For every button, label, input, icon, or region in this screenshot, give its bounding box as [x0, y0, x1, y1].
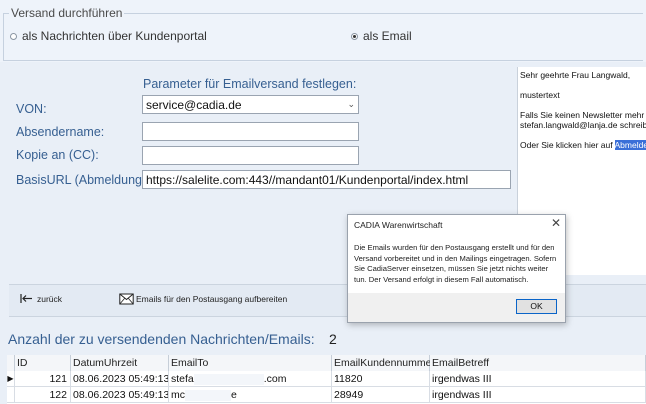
preview-click-text: Oder Sie klicken hier auf	[520, 140, 615, 150]
preview-body: mustertext	[520, 90, 646, 100]
back-arrow-icon	[20, 293, 33, 304]
radio-email-circle[interactable]	[351, 33, 358, 40]
column-header-datum[interactable]: DatumUhrzeit	[71, 355, 169, 371]
back-button[interactable]: zurück	[20, 293, 62, 304]
emailto-visible-end: e	[231, 389, 237, 401]
table-cell-betreff[interactable]: irgendwas III	[430, 371, 646, 387]
column-header-betreff[interactable]: EmailBetreff	[430, 355, 646, 371]
envelope-icon	[119, 292, 134, 305]
chevron-down-icon[interactable]: ⌄	[347, 99, 355, 110]
row-selector-current-icon[interactable]: ▶	[7, 371, 15, 387]
row-selector[interactable]	[7, 387, 15, 403]
table-cell-id[interactable]: 122	[15, 387, 71, 403]
column-header-id[interactable]: ID	[15, 355, 71, 371]
table-cell-emailto[interactable]: stefa .com	[169, 371, 332, 387]
radio-portal-circle[interactable]	[10, 33, 17, 40]
close-icon[interactable]: ✕	[549, 216, 563, 230]
absender-label: Absendername:	[16, 125, 104, 139]
table-cell-emailto[interactable]: mc e	[169, 387, 332, 403]
prepare-emails-label: Emails für den Postausgang aufbereiten	[136, 294, 287, 304]
radio-email-label: als Email	[363, 29, 412, 43]
preview-unsubscribe-line2: stefan.langwald@lanja.de schreibe	[520, 120, 646, 130]
parameter-title: Parameter für Emailversand festlegen:	[143, 77, 356, 91]
preview-click-line: Oder Sie klicken hier auf Abmelden	[520, 140, 646, 150]
cc-input[interactable]	[142, 146, 359, 165]
count-label: Anzahl der zu versendenden Nachrichten/E…	[8, 331, 315, 347]
table-cell-kundennummer[interactable]: 11820	[332, 371, 430, 387]
table-cell-kundennummer[interactable]: 28949	[332, 387, 430, 403]
basisurl-label: BasisURL (Abmeldung):	[16, 173, 150, 187]
von-label: VON:	[16, 102, 47, 116]
dialog-message: Die Emails wurden für den Postausgang er…	[354, 243, 559, 285]
preview-unsubscribe-line1: Falls Sie keinen Newsletter mehr w	[520, 110, 646, 120]
preview-abmelden-link[interactable]: Abmelden	[615, 140, 646, 150]
prepare-emails-button[interactable]: Emails für den Postausgang aufbereiten	[119, 292, 287, 305]
ok-button[interactable]: OK	[516, 299, 557, 314]
versand-title: Versand durchführen	[9, 6, 124, 20]
von-select-value: service@cadia.de	[146, 98, 242, 112]
preview-greeting: Sehr geehrte Frau Langwald,	[520, 70, 646, 80]
redacted-area	[194, 374, 264, 385]
emailto-visible-end: .com	[264, 373, 287, 385]
table-cell-betreff[interactable]: irgendwas III	[430, 387, 646, 403]
emailto-visible-start: stefa	[171, 373, 194, 385]
von-select[interactable]: service@cadia.de ⌄	[142, 95, 359, 114]
table-cell-datum[interactable]: 08.06.2023 05:49:13	[71, 387, 169, 403]
radio-email[interactable]: als Email	[351, 29, 412, 43]
cc-label: Kopie an (CC):	[16, 148, 99, 162]
column-header-kundennummer[interactable]: EmailKundennummer	[332, 355, 430, 371]
table-cell-id[interactable]: 121	[15, 371, 71, 387]
basisurl-input[interactable]: https://salelite.com:443//mandant01/Kund…	[142, 170, 511, 189]
dialog-title: CADIA Warenwirtschaft	[354, 220, 443, 230]
message-dialog: CADIA Warenwirtschaft ✕ Die Emails wurde…	[347, 214, 566, 323]
back-button-label: zurück	[37, 294, 62, 304]
radio-portal-label: als Nachrichten über Kundenportal	[22, 29, 207, 43]
count-value: 2	[329, 331, 337, 347]
grid-row-header-corner	[7, 355, 15, 371]
redacted-area	[185, 390, 231, 401]
emailto-visible-start: mc	[171, 389, 185, 401]
radio-portal[interactable]: als Nachrichten über Kundenportal	[10, 29, 207, 43]
column-header-emailto[interactable]: EmailTo	[169, 355, 332, 371]
table-cell-datum[interactable]: 08.06.2023 05:49:13	[71, 371, 169, 387]
absender-input[interactable]	[142, 122, 359, 141]
